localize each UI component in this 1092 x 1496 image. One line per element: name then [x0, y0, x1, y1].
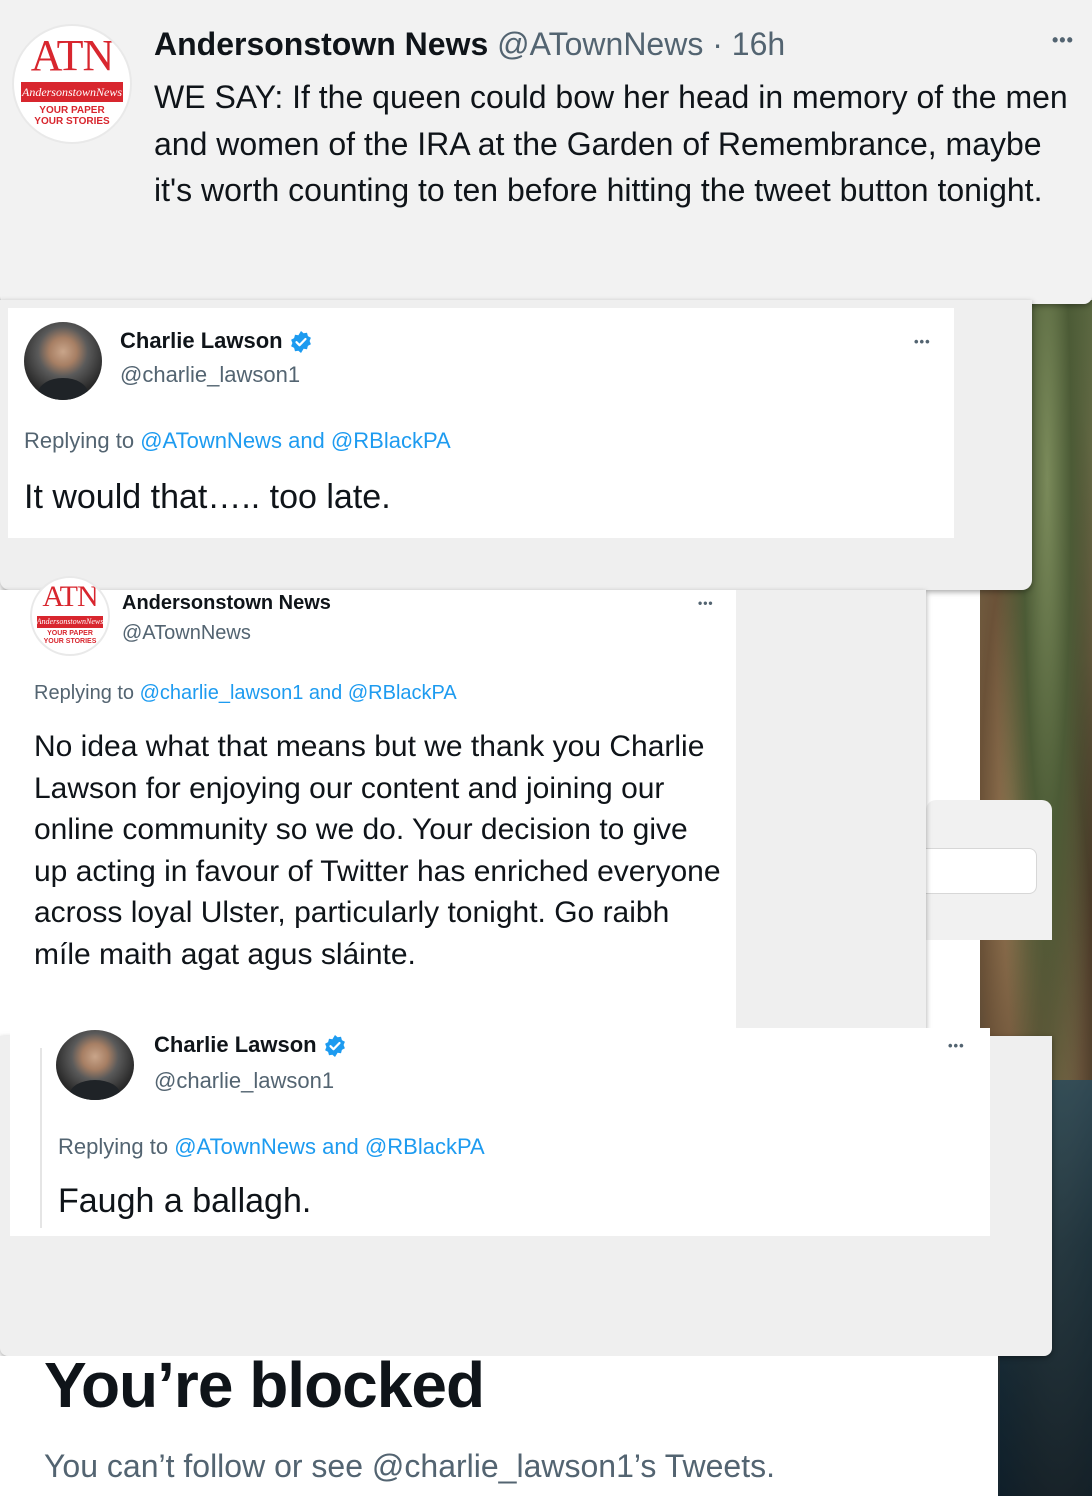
more-options-icon[interactable]: ••• [948, 1038, 965, 1053]
more-options-icon[interactable]: ••• [914, 334, 931, 349]
main-tweet-header: Andersonstown News @ATownNews · 16h [154, 24, 785, 64]
reply-1-panel: Charlie Lawson @charlie_lawson1 ••• Repl… [0, 300, 1032, 590]
verified-badge-icon [324, 1035, 345, 1058]
replying-and: and [322, 1134, 359, 1159]
blocked-message: You can’t follow or see @charlie_lawson1… [44, 1448, 775, 1484]
timestamp[interactable]: 16h [732, 26, 785, 62]
replying-and: and [288, 428, 325, 453]
display-name[interactable]: Andersonstown News [122, 592, 331, 615]
mention-link[interactable]: @RBlackPA [348, 682, 457, 704]
reply-2-panel: ATN AndersonstownNews YOUR PAPER YOUR ST… [0, 576, 926, 1036]
charlie-lawson-avatar[interactable] [24, 322, 102, 400]
mention-link[interactable]: @RBlackPA [331, 428, 451, 453]
blocked-title: You’re blocked [44, 1349, 485, 1421]
background-input-field [926, 848, 1037, 894]
tweet-text: WE SAY: If the queen could bow her head … [154, 79, 1068, 208]
replying-to: Replying to @charlie_lawson1 and @RBlack… [34, 682, 457, 705]
mention-link[interactable]: @RBlackPA [365, 1134, 485, 1159]
atn-logo-letters: ATN [42, 580, 98, 613]
handle[interactable]: @charlie_lawson1 [154, 1068, 334, 1094]
replying-to: Replying to @ATownNews and @RBlackPA [24, 428, 451, 454]
atn-logo-tagline-2: YOUR STORIES [43, 638, 97, 645]
atn-logo-wordmark: AndersonstownNews [20, 82, 124, 102]
verified-badge-icon [290, 331, 311, 354]
reply-3-panel: Charlie Lawson @charlie_lawson1 ••• Repl… [0, 1028, 1052, 1356]
atn-logo-tagline-1: YOUR PAPER [39, 105, 105, 116]
reply-2-card: ATN AndersonstownNews YOUR PAPER YOUR ST… [0, 576, 736, 1036]
reply-3-name-row: Charlie Lawson [154, 1032, 347, 1058]
reply-1-name-row: Charlie Lawson [120, 328, 313, 354]
handle[interactable]: @ATownNews [122, 622, 251, 645]
blocked-panel: You’re blocked You can’t follow or see @… [0, 1349, 998, 1496]
display-name[interactable]: Charlie Lawson [154, 1032, 317, 1057]
more-options-icon[interactable]: ••• [1052, 30, 1074, 51]
atn-logo-tagline-1: YOUR PAPER [47, 630, 93, 637]
more-options-icon[interactable]: ••• [698, 596, 714, 610]
replying-and: and [308, 682, 343, 704]
background-dialog [926, 800, 1052, 940]
dot-separator: · [712, 26, 723, 62]
atn-logo-wordmark: AndersonstownNews [36, 616, 104, 628]
tweet-text: No idea what that means but we thank you… [34, 730, 721, 971]
reply-1-card: Charlie Lawson @charlie_lawson1 ••• Repl… [8, 308, 954, 538]
main-tweet-panel: ATN AndersonstownNews YOUR PAPER YOUR ST… [0, 0, 1092, 304]
replying-to: Replying to @ATownNews and @RBlackPA [58, 1134, 485, 1160]
display-name[interactable]: Andersonstown News [154, 26, 488, 62]
replying-prefix: Replying to [58, 1134, 169, 1159]
tweet-text: It would that….. too late. [24, 478, 391, 516]
charlie-lawson-avatar[interactable] [56, 1030, 134, 1100]
mention-link[interactable]: @ATownNews [140, 428, 282, 453]
mention-link[interactable]: @charlie_lawson1 [140, 682, 304, 704]
replying-prefix: Replying to [24, 428, 135, 453]
atn-logo-tagline-2: YOUR STORIES [34, 116, 110, 127]
display-name[interactable]: Charlie Lawson [120, 328, 283, 353]
mention-link[interactable]: @ATownNews [174, 1134, 316, 1159]
atn-logo-avatar[interactable]: ATN AndersonstownNews YOUR PAPER YOUR ST… [30, 576, 110, 656]
reply-3-card: Charlie Lawson @charlie_lawson1 ••• Repl… [10, 1028, 990, 1236]
replying-prefix: Replying to [34, 682, 135, 704]
atn-logo-avatar[interactable]: ATN AndersonstownNews YOUR PAPER YOUR ST… [12, 24, 132, 144]
handle[interactable]: @ATownNews [497, 26, 703, 62]
handle[interactable]: @charlie_lawson1 [120, 362, 300, 388]
atn-logo-letters: ATN [30, 31, 115, 80]
tweet-text: Faugh a ballagh. [58, 1182, 312, 1220]
thread-divider [40, 1048, 42, 1228]
